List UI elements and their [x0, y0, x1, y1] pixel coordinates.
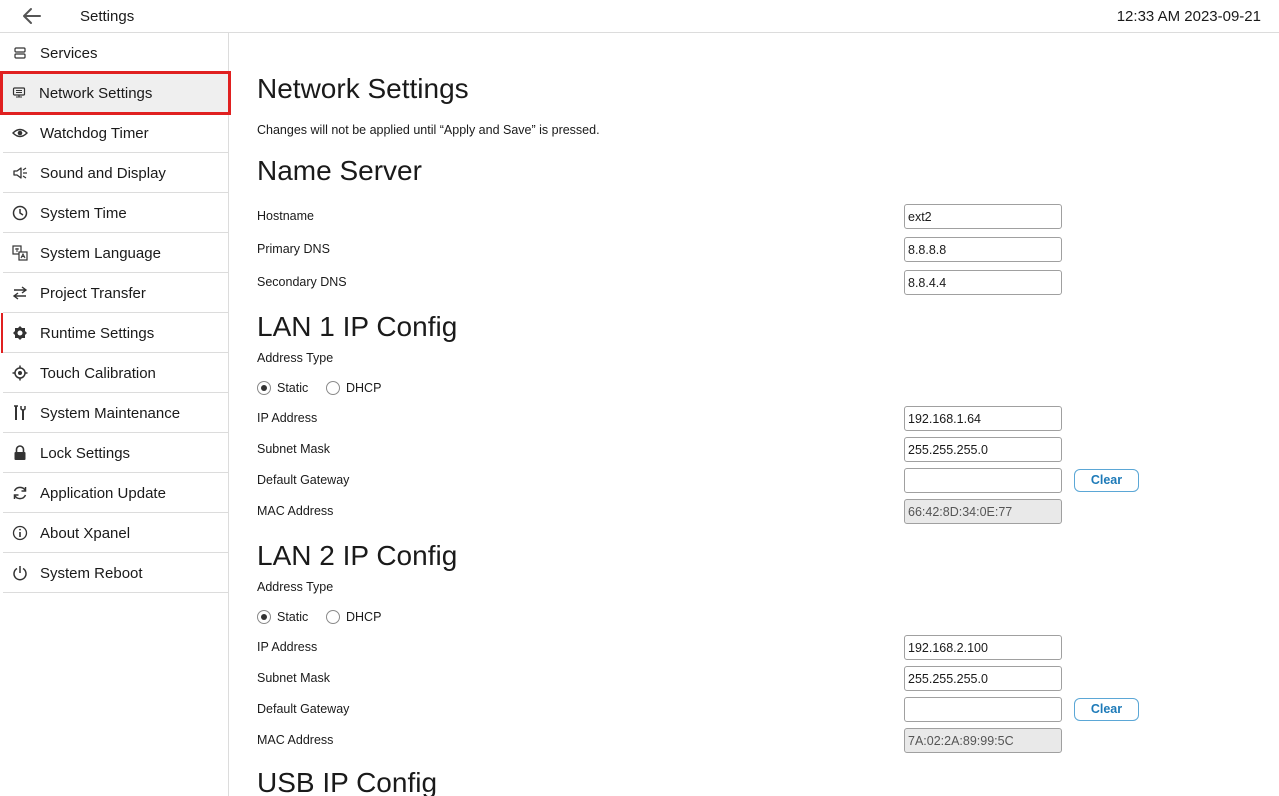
- lan2-dhcp-radio[interactable]: [326, 610, 340, 624]
- lan1-heading: LAN 1 IP Config: [257, 311, 458, 342]
- sidebar-item-system-language[interactable]: System Language: [3, 233, 228, 273]
- primary-dns-field[interactable]: [904, 237, 1062, 262]
- lan2-clear-button[interactable]: Clear: [1074, 698, 1139, 721]
- sidebar-item-lock-settings[interactable]: Lock Settings: [3, 433, 228, 473]
- sidebar-item-network-settings[interactable]: Network Settings: [0, 71, 231, 115]
- sidebar-item-system-reboot[interactable]: System Reboot: [3, 553, 228, 593]
- lan2-gateway-field[interactable]: [904, 697, 1062, 722]
- lan1-static-radio[interactable]: [257, 381, 271, 395]
- back-arrow-icon: [23, 8, 41, 24]
- services-icon: [11, 44, 28, 61]
- sidebar-item-label: Application Update: [40, 485, 166, 502]
- lan1-gateway-field[interactable]: [904, 468, 1062, 493]
- secondary-dns-label: Secondary DNS: [257, 275, 347, 289]
- sidebar: Services Network Settings Watchdog Timer…: [0, 33, 231, 796]
- sidebar-item-about-xpanel[interactable]: About Xpanel: [3, 513, 228, 553]
- lan1-dhcp-label: DHCP: [346, 381, 382, 395]
- main-content: Network Settings Changes will not be app…: [229, 33, 1279, 796]
- sidebar-item-sound-and-display[interactable]: Sound and Display: [3, 153, 228, 193]
- sidebar-item-label: Project Transfer: [40, 285, 146, 302]
- runtime-gear-icon: [11, 324, 28, 341]
- lan2-dhcp-label: DHCP: [346, 610, 382, 624]
- tools-icon: [11, 404, 28, 421]
- top-bar: Settings 12:33 AM 2023-09-21: [0, 0, 1279, 33]
- lan2-subnet-field[interactable]: [904, 666, 1062, 691]
- lan1-subnet-field[interactable]: [904, 437, 1062, 462]
- lan2-mac-label: MAC Address: [257, 733, 334, 747]
- sidebar-item-system-time[interactable]: System Time: [3, 193, 228, 233]
- sidebar-item-project-transfer[interactable]: Project Transfer: [3, 273, 228, 313]
- name-server-heading: Name Server: [257, 155, 422, 186]
- lan2-gateway-label: Default Gateway: [257, 702, 350, 716]
- sidebar-item-label: System Reboot: [40, 565, 143, 582]
- sidebar-item-label: System Time: [40, 205, 127, 222]
- lan1-address-type-label: Address Type: [257, 351, 334, 365]
- lan2-subnet-label: Subnet Mask: [257, 671, 330, 685]
- lan1-mac-field: [904, 499, 1062, 524]
- lan2-mac-field: [904, 728, 1062, 753]
- sidebar-item-services[interactable]: Services: [3, 33, 228, 73]
- clock-icon: [11, 204, 28, 221]
- power-icon: [11, 564, 28, 581]
- hostname-label: Hostname: [257, 209, 314, 223]
- sidebar-item-label: Sound and Display: [40, 165, 166, 182]
- refresh-icon: [11, 484, 28, 501]
- sidebar-item-label: Lock Settings: [40, 445, 131, 462]
- lan2-ip-label: IP Address: [257, 640, 318, 654]
- sidebar-item-system-maintenance[interactable]: System Maintenance: [3, 393, 228, 433]
- sidebar-item-label: Runtime Settings: [40, 325, 155, 342]
- info-icon: [11, 524, 28, 541]
- translate-icon: [11, 244, 28, 261]
- lan2-heading: LAN 2 IP Config: [257, 540, 458, 571]
- sidebar-item-runtime-settings[interactable]: Runtime Settings: [1, 313, 228, 353]
- sidebar-item-label: Touch Calibration: [40, 365, 156, 382]
- clock: 12:33 AM 2023-09-21: [1116, 8, 1261, 25]
- lan2-address-type-label: Address Type: [257, 580, 334, 594]
- apply-note: Changes will not be applied until “Apply…: [257, 123, 600, 137]
- page-title: Network Settings: [257, 73, 469, 104]
- lock-icon: [11, 444, 28, 461]
- lan2-ip-field[interactable]: [904, 635, 1062, 660]
- lan1-ip-field[interactable]: [904, 406, 1062, 431]
- primary-dns-label: Primary DNS: [257, 242, 330, 256]
- sidebar-item-application-update[interactable]: Application Update: [3, 473, 228, 513]
- secondary-dns-field[interactable]: [904, 270, 1062, 295]
- sidebar-item-label: Watchdog Timer: [40, 125, 149, 142]
- speaker-icon: [11, 164, 28, 181]
- sidebar-item-label: Services: [40, 45, 98, 62]
- lan1-ip-label: IP Address: [257, 411, 318, 425]
- lan1-clear-button[interactable]: Clear: [1074, 469, 1139, 492]
- sidebar-item-label: Network Settings: [39, 85, 153, 102]
- transfer-arrows-icon: [11, 284, 28, 301]
- sidebar-item-watchdog-timer[interactable]: Watchdog Timer: [3, 113, 228, 153]
- sidebar-item-label: About Xpanel: [40, 525, 131, 542]
- lan2-static-radio[interactable]: [257, 610, 271, 624]
- lan2-static-label: Static: [277, 610, 309, 624]
- sidebar-item-label: System Language: [40, 245, 161, 262]
- lan1-gateway-label: Default Gateway: [257, 473, 350, 487]
- lan1-dhcp-radio[interactable]: [326, 381, 340, 395]
- network-icon: [10, 84, 27, 101]
- back-button[interactable]: [18, 4, 46, 28]
- app-title: Settings: [80, 8, 135, 25]
- sidebar-item-touch-calibration[interactable]: Touch Calibration: [3, 353, 228, 393]
- eye-icon: [11, 124, 28, 141]
- crosshair-icon: [11, 364, 28, 381]
- lan1-subnet-label: Subnet Mask: [257, 442, 330, 456]
- lan1-static-label: Static: [277, 381, 309, 395]
- lan1-mac-label: MAC Address: [257, 504, 334, 518]
- hostname-field[interactable]: [904, 204, 1062, 229]
- usb-heading: USB IP Config: [257, 767, 438, 796]
- sidebar-item-label: System Maintenance: [40, 405, 181, 422]
